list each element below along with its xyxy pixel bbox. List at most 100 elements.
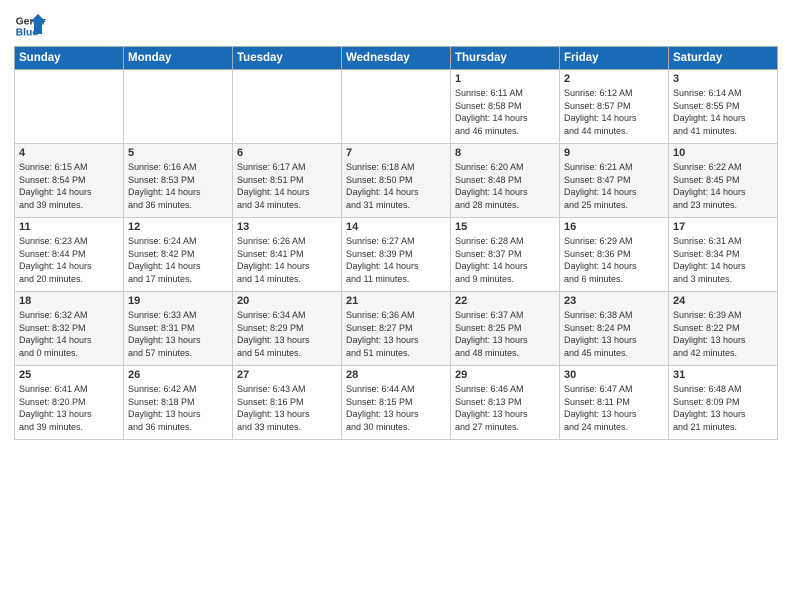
day-number: 12 [128, 221, 228, 233]
day-number: 26 [128, 369, 228, 381]
day-number: 28 [346, 369, 446, 381]
day-info: Sunrise: 6:33 AM Sunset: 8:31 PM Dayligh… [128, 309, 228, 359]
day-cell: 18 Sunrise: 6:32 AM Sunset: 8:32 PM Dayli… [15, 292, 124, 366]
day-info: Sunrise: 6:17 AM Sunset: 8:51 PM Dayligh… [237, 161, 337, 211]
day-cell [233, 70, 342, 144]
day-cell [342, 70, 451, 144]
day-number: 13 [237, 221, 337, 233]
day-info: Sunrise: 6:24 AM Sunset: 8:42 PM Dayligh… [128, 235, 228, 285]
day-cell: 15Sunrise: 6:28 AM Sunset: 8:37 PM Dayli… [451, 218, 560, 292]
day-info: Sunrise: 6:46 AM Sunset: 8:13 PM Dayligh… [455, 383, 555, 433]
day-cell: 28Sunrise: 6:44 AM Sunset: 8:15 PM Dayli… [342, 366, 451, 440]
day-info: Sunrise: 6:21 AM Sunset: 8:47 PM Dayligh… [564, 161, 664, 211]
day-number: 30 [564, 369, 664, 381]
day-number: 18 [19, 295, 119, 307]
day-cell: 13Sunrise: 6:26 AM Sunset: 8:41 PM Dayli… [233, 218, 342, 292]
day-number: 29 [455, 369, 555, 381]
day-info: Sunrise: 6:32 AM Sunset: 8:32 PM Dayligh… [19, 309, 119, 359]
day-header-saturday: Saturday [669, 47, 778, 70]
day-number: 25 [19, 369, 119, 381]
day-info: Sunrise: 6:15 AM Sunset: 8:54 PM Dayligh… [19, 161, 119, 211]
day-cell: 11 Sunrise: 6:23 AM Sunset: 8:44 PM Dayli… [15, 218, 124, 292]
day-cell: 27 Sunrise: 6:43 AM Sunset: 8:16 PM Dayli… [233, 366, 342, 440]
day-number: 11 [19, 221, 119, 233]
day-cell: 10Sunrise: 6:22 AM Sunset: 8:45 PM Dayli… [669, 144, 778, 218]
day-info: Sunrise: 6:41 AM Sunset: 8:20 PM Dayligh… [19, 383, 119, 433]
day-cell: 17 Sunrise: 6:31 AM Sunset: 8:34 PM Dayli… [669, 218, 778, 292]
day-info: Sunrise: 6:18 AM Sunset: 8:50 PM Dayligh… [346, 161, 446, 211]
day-number: 8 [455, 147, 555, 159]
day-header-monday: Monday [124, 47, 233, 70]
day-cell: 29 Sunrise: 6:46 AM Sunset: 8:13 PM Dayli… [451, 366, 560, 440]
day-info: Sunrise: 6:31 AM Sunset: 8:34 PM Dayligh… [673, 235, 773, 285]
day-info: Sunrise: 6:29 AM Sunset: 8:36 PM Dayligh… [564, 235, 664, 285]
day-cell [124, 70, 233, 144]
day-info: Sunrise: 6:11 AM Sunset: 8:58 PM Dayligh… [455, 87, 555, 137]
logo: General Blue [14, 10, 48, 42]
week-row-2: 4 Sunrise: 6:15 AM Sunset: 8:54 PM Daylig… [15, 144, 778, 218]
day-header-thursday: Thursday [451, 47, 560, 70]
day-info: Sunrise: 6:16 AM Sunset: 8:53 PM Dayligh… [128, 161, 228, 211]
day-info: Sunrise: 6:20 AM Sunset: 8:48 PM Dayligh… [455, 161, 555, 211]
day-number: 21 [346, 295, 446, 307]
day-header-wednesday: Wednesday [342, 47, 451, 70]
day-cell: 22 Sunrise: 6:37 AM Sunset: 8:25 PM Dayli… [451, 292, 560, 366]
day-cell: 12 Sunrise: 6:24 AM Sunset: 8:42 PM Dayli… [124, 218, 233, 292]
day-number: 16 [564, 221, 664, 233]
day-cell: 24 Sunrise: 6:39 AM Sunset: 8:22 PM Dayli… [669, 292, 778, 366]
week-row-3: 11 Sunrise: 6:23 AM Sunset: 8:44 PM Dayli… [15, 218, 778, 292]
day-cell: 8 Sunrise: 6:20 AM Sunset: 8:48 PM Daylig… [451, 144, 560, 218]
day-header-sunday: Sunday [15, 47, 124, 70]
day-number: 3 [673, 73, 773, 85]
day-info: Sunrise: 6:37 AM Sunset: 8:25 PM Dayligh… [455, 309, 555, 359]
day-info: Sunrise: 6:43 AM Sunset: 8:16 PM Dayligh… [237, 383, 337, 433]
day-cell: 26 Sunrise: 6:42 AM Sunset: 8:18 PM Dayli… [124, 366, 233, 440]
day-info: Sunrise: 6:14 AM Sunset: 8:55 PM Dayligh… [673, 87, 773, 137]
day-cell: 31 Sunrise: 6:48 AM Sunset: 8:09 PM Dayli… [669, 366, 778, 440]
day-number: 9 [564, 147, 664, 159]
day-info: Sunrise: 6:36 AM Sunset: 8:27 PM Dayligh… [346, 309, 446, 359]
day-info: Sunrise: 6:12 AM Sunset: 8:57 PM Dayligh… [564, 87, 664, 137]
day-number: 7 [346, 147, 446, 159]
day-cell: 7 Sunrise: 6:18 AM Sunset: 8:50 PM Daylig… [342, 144, 451, 218]
day-number: 31 [673, 369, 773, 381]
day-cell: 5 Sunrise: 6:16 AM Sunset: 8:53 PM Daylig… [124, 144, 233, 218]
day-number: 2 [564, 73, 664, 85]
day-cell: 3 Sunrise: 6:14 AM Sunset: 8:55 PM Daylig… [669, 70, 778, 144]
day-number: 17 [673, 221, 773, 233]
day-number: 10 [673, 147, 773, 159]
day-number: 4 [19, 147, 119, 159]
week-row-5: 25 Sunrise: 6:41 AM Sunset: 8:20 PM Dayli… [15, 366, 778, 440]
day-info: Sunrise: 6:42 AM Sunset: 8:18 PM Dayligh… [128, 383, 228, 433]
day-number: 24 [673, 295, 773, 307]
day-info: Sunrise: 6:48 AM Sunset: 8:09 PM Dayligh… [673, 383, 773, 433]
day-number: 14 [346, 221, 446, 233]
day-cell: 4 Sunrise: 6:15 AM Sunset: 8:54 PM Daylig… [15, 144, 124, 218]
day-cell: 25 Sunrise: 6:41 AM Sunset: 8:20 PM Dayli… [15, 366, 124, 440]
day-cell: 9 Sunrise: 6:21 AM Sunset: 8:47 PM Daylig… [560, 144, 669, 218]
day-cell: 16 Sunrise: 6:29 AM Sunset: 8:36 PM Dayli… [560, 218, 669, 292]
day-info: Sunrise: 6:28 AM Sunset: 8:37 PM Dayligh… [455, 235, 555, 285]
day-cell: 2 Sunrise: 6:12 AM Sunset: 8:57 PM Daylig… [560, 70, 669, 144]
day-number: 20 [237, 295, 337, 307]
day-cell: 1 Sunrise: 6:11 AM Sunset: 8:58 PM Daylig… [451, 70, 560, 144]
day-number: 5 [128, 147, 228, 159]
header: General Blue [14, 10, 778, 42]
header-row: SundayMondayTuesdayWednesdayThursdayFrid… [15, 47, 778, 70]
day-header-friday: Friday [560, 47, 669, 70]
day-cell: 23Sunrise: 6:38 AM Sunset: 8:24 PM Dayli… [560, 292, 669, 366]
day-info: Sunrise: 6:34 AM Sunset: 8:29 PM Dayligh… [237, 309, 337, 359]
day-info: Sunrise: 6:23 AM Sunset: 8:44 PM Dayligh… [19, 235, 119, 285]
week-row-4: 18 Sunrise: 6:32 AM Sunset: 8:32 PM Dayli… [15, 292, 778, 366]
day-number: 27 [237, 369, 337, 381]
logo-icon: General Blue [14, 10, 46, 42]
day-number: 6 [237, 147, 337, 159]
day-number: 22 [455, 295, 555, 307]
day-cell: 30Sunrise: 6:47 AM Sunset: 8:11 PM Dayli… [560, 366, 669, 440]
day-cell: 14Sunrise: 6:27 AM Sunset: 8:39 PM Dayli… [342, 218, 451, 292]
day-number: 23 [564, 295, 664, 307]
day-number: 1 [455, 73, 555, 85]
day-cell: 20 Sunrise: 6:34 AM Sunset: 8:29 PM Dayli… [233, 292, 342, 366]
calendar-table: SundayMondayTuesdayWednesdayThursdayFrid… [14, 46, 778, 440]
day-info: Sunrise: 6:39 AM Sunset: 8:22 PM Dayligh… [673, 309, 773, 359]
